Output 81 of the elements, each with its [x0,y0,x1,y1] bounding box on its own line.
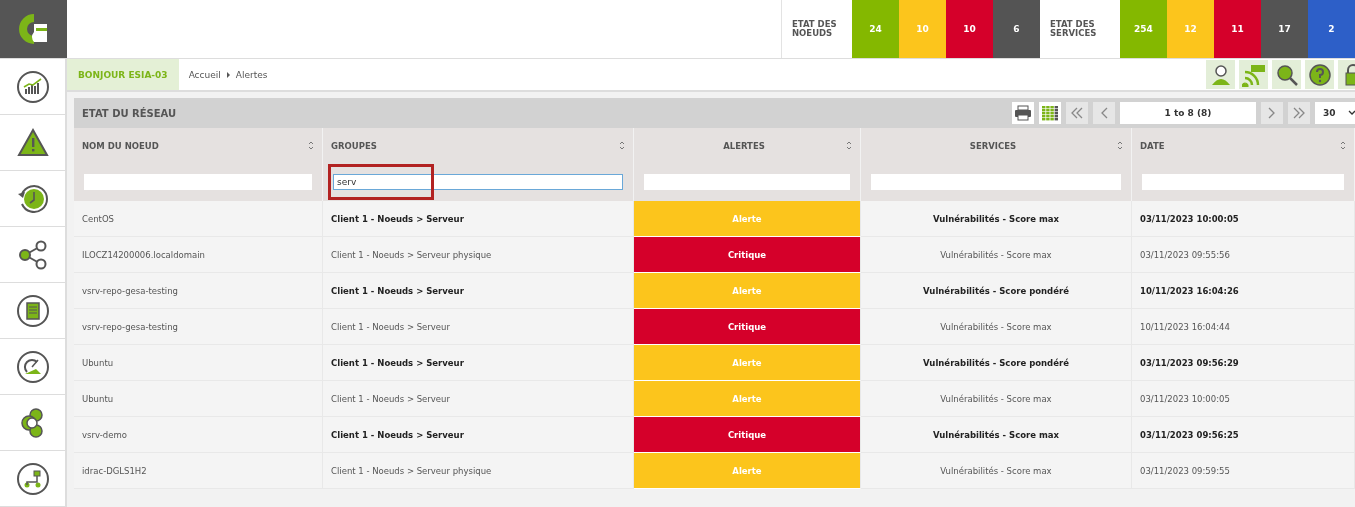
table-cell: 03/11/2023 09:56:29 [1132,345,1355,381]
document-icon[interactable] [15,293,50,328]
table-cell: Vulnérabilités - Score pondéré [861,345,1132,381]
filter-field[interactable] [1142,174,1344,190]
table-cell: 03/11/2023 09:55:56 [1132,237,1355,273]
table-cell: 03/11/2023 10:00:05 [1132,201,1355,237]
workflow-icon[interactable] [15,461,50,496]
column-header[interactable]: SERVICES [861,128,1132,163]
alert-badge: Alerte [634,345,861,381]
chevron-icon [1348,110,1355,116]
alert-badge: Critique [634,237,861,273]
table-cell: Vulnérabilités - Score max [861,201,1132,237]
filter-field[interactable] [871,174,1121,190]
table-cell: 03/11/2023 09:59:55 [1132,453,1355,489]
table-cell: Client 1 - Noeuds > Serveur [323,309,634,345]
table-cell: Client 1 - Noeuds > Serveur physique [323,237,634,273]
help-icon[interactable] [1305,60,1334,89]
last-page-icon[interactable] [1288,102,1310,124]
status-count[interactable]: 11 [1214,0,1261,58]
table-cell: Client 1 - Noeuds > Serveur [323,345,634,381]
table-cell: Vulnérabilités - Score max [861,417,1132,453]
table-cell: Client 1 - Noeuds > Serveur [323,417,634,453]
table-cell: Vulnérabilités - Score max [861,309,1132,345]
sort-icon [619,141,625,150]
table-cell: vsrv-repo-gesa-testing [74,309,323,345]
table-cell: Ubuntu [74,345,323,381]
table-cell: 10/11/2023 16:04:26 [1132,273,1355,309]
alert-badge: Alerte [634,201,861,237]
table-cell: Vulnérabilités - Score max [861,237,1132,273]
status-count[interactable]: 2 [1308,0,1355,58]
filter-field[interactable] [644,174,850,190]
sort-icon [1340,141,1346,150]
greeting: BONJOUR ESIA-03 [67,59,179,90]
table-cell: vsrv-repo-gesa-testing [74,273,323,309]
sort-icon [1117,141,1123,150]
user-icon[interactable] [1206,60,1235,89]
column-header[interactable]: DATE [1132,128,1355,163]
logo[interactable] [18,12,49,46]
status-count[interactable]: 17 [1261,0,1308,58]
table-cell: Client 1 - Noeuds > Serveur [323,201,634,237]
filter-field[interactable]: serv [333,174,623,190]
page-field[interactable]: 1 to 8 (8) [1120,102,1256,124]
table-cell: Vulnérabilités - Score max [861,381,1132,417]
sort-icon [308,141,314,150]
table-cell: idrac-DGLS1H2 [74,453,323,489]
breadcrumb-link[interactable]: Alertes [235,69,268,80]
page-size-select[interactable]: 30 [1315,102,1355,124]
table-cell: Client 1 - Noeuds > Serveur physique [323,453,634,489]
table-cell: 10/11/2023 16:04:44 [1132,309,1355,345]
chart-icon[interactable] [15,69,50,104]
column-header[interactable]: ALERTES [634,128,861,163]
caret-icon [226,71,230,78]
alert-badge: Critique [634,309,861,345]
alert-badge: Critique [634,417,861,453]
breadcrumb-link[interactable]: Accueil [188,69,221,80]
table-cell: vsrv-demo [74,417,323,453]
table-cell: 03/11/2023 10:00:05 [1132,381,1355,417]
filter-field[interactable] [84,174,312,190]
table-cell: Ubuntu [74,381,323,417]
table-cell: Vulnérabilités - Score pondéré [861,273,1132,309]
print-icon[interactable] [1012,102,1034,124]
alert-badge: Alerte [634,273,861,309]
table-cell: Client 1 - Noeuds > Serveur [323,273,634,309]
status-count[interactable]: 6 [993,0,1040,58]
table-cell: ILOCZ14200006.localdomain [74,237,323,273]
table-cell: CentOS [74,201,323,237]
search-icon[interactable] [1272,60,1301,89]
column-header[interactable]: GROUPES [323,128,634,163]
table-cell: Client 1 - Noeuds > Serveur [323,381,634,417]
alert-badge: Alerte [634,381,861,417]
status-count[interactable]: 10 [946,0,993,58]
table-cell: Vulnérabilités - Score max [861,453,1132,489]
first-page-icon[interactable] [1066,102,1088,124]
status-label: ETAT DES SERVICES [1049,18,1098,40]
sort-icon [846,141,852,150]
alert-badge: Alerte [634,453,861,489]
column-header[interactable]: NOM DU NOEUD [74,128,323,163]
columns-icon[interactable] [1039,102,1061,124]
satellite-icon[interactable] [15,349,50,384]
panel-title: ETAT DU RÉSEAU [82,107,178,119]
table-cell: 03/11/2023 09:56:25 [1132,417,1355,453]
